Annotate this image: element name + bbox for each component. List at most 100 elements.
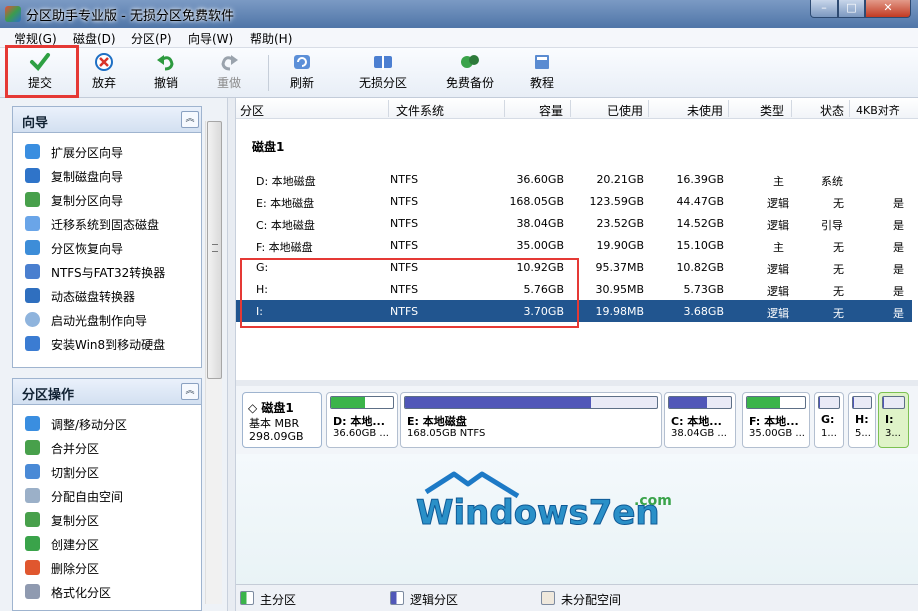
discard-button[interactable]: 放弃 (86, 50, 122, 94)
col-status[interactable]: 状态 (820, 102, 844, 119)
op-label: 调整/移动分区 (51, 418, 128, 432)
usage-bar (818, 396, 840, 409)
menu-partition[interactable]: 分区(P) (131, 30, 172, 47)
minimize-button[interactable]: – (810, 0, 838, 18)
close-button[interactable]: ✕ (865, 0, 911, 18)
cell-fs: NTFS (390, 195, 419, 208)
cell-fs: NTFS (390, 217, 419, 230)
unallocated-swatch (541, 591, 555, 605)
wizard-panel-header: 向导 ︽ (13, 107, 201, 133)
usage-bar (852, 396, 872, 409)
extend-partition-icon (25, 144, 40, 159)
partition-box-name: D: 本地... (333, 415, 385, 428)
usage-fill (669, 397, 708, 408)
free-backup-button[interactable]: 免费备份 (442, 50, 498, 94)
cell-free: 3.68GB (683, 305, 724, 318)
partition-box-size: 1... (821, 428, 837, 439)
collapse-partition-ops-button[interactable]: ︽ (181, 383, 199, 400)
cell-align: 是 (893, 197, 904, 210)
partition-box-size: 168.05GB NTFS (407, 428, 486, 439)
lossless-partition-button[interactable]: 无损分区 (355, 50, 411, 94)
partition-box-size: 38.04GB ... (671, 428, 727, 439)
partition-box[interactable]: E: 本地磁盘 168.05GB NTFS (400, 392, 662, 448)
partition-box[interactable]: H: 5... (848, 392, 876, 448)
cell-fs: NTFS (390, 239, 419, 252)
legend-primary-label: 主分区 (260, 593, 297, 607)
cell-name: E: 本地磁盘 (256, 197, 315, 210)
sidebar-scrollbar[interactable] (205, 121, 222, 604)
partition-box[interactable]: D: 本地... 36.60GB ... (326, 392, 398, 448)
toolbar: 提交 放弃 撤销 重做 刷新 无损分区 免费备份 教程 (0, 48, 918, 98)
cell-used: 20.21GB (596, 173, 644, 186)
logo-text: Windows7en (416, 493, 660, 533)
legend-bar: 主分区 逻辑分区 未分配空间 (236, 584, 918, 611)
partition-box[interactable]: C: 本地... 38.04GB ... (664, 392, 736, 448)
op-label: 切割分区 (51, 466, 100, 480)
wizard-item-label: 安装Win8到移动硬盘 (51, 338, 166, 352)
op-label: 格式化分区 (51, 586, 112, 600)
cell-status: 无 (833, 263, 844, 276)
cell-status: 引导 (821, 219, 843, 232)
partition-box-name: H: (855, 413, 869, 426)
cell-fs: NTFS (390, 173, 419, 186)
copy-partition-icon (25, 192, 40, 207)
merge-icon (25, 440, 40, 455)
undo-label: 撤销 (153, 76, 178, 90)
menu-help[interactable]: 帮助(H) (250, 30, 292, 47)
cell-align: 是 (893, 285, 904, 298)
menu-disk[interactable]: 磁盘(D) (73, 30, 116, 47)
wizard-item-label: 分区恢复向导 (51, 242, 124, 256)
col-capacity[interactable]: 容量 (539, 102, 563, 119)
sidebar-scroll-thumb[interactable] (207, 121, 222, 379)
toolbar-separator (268, 55, 269, 91)
app-icon (5, 6, 21, 22)
usage-bar (404, 396, 658, 409)
discard-label: 放弃 (91, 76, 116, 90)
partition-box[interactable]: G: 1... (814, 392, 844, 448)
menu-wizard[interactable]: 向导(W) (188, 30, 233, 47)
col-type[interactable]: 类型 (760, 102, 784, 119)
annotation-highlight-box (240, 258, 579, 328)
cell-free: 16.39GB (676, 173, 724, 186)
col-used[interactable]: 已使用 (607, 102, 643, 119)
table-row[interactable]: E: 本地磁盘 NTFS 168.05GB 123.59GB 44.47GB 逻… (236, 190, 912, 212)
col-separator (388, 100, 389, 117)
disk-size: 298.09GB (249, 430, 304, 443)
col-free[interactable]: 未使用 (687, 102, 723, 119)
pane-divider[interactable] (227, 98, 236, 611)
boot-cd-icon (25, 312, 40, 327)
redo-button[interactable]: 重做 (211, 50, 247, 94)
table-row[interactable]: D: 本地磁盘 NTFS 36.60GB 20.21GB 16.39GB 主 系… (236, 168, 912, 190)
cell-align: 是 (893, 307, 904, 320)
logo-area: Windows7en .com (236, 454, 918, 584)
cell-type: 主 (773, 241, 784, 254)
partition-box[interactable]: I: 3... (878, 392, 909, 448)
copy-icon (25, 512, 40, 527)
discard-icon (95, 53, 113, 71)
cell-free: 14.52GB (676, 217, 724, 230)
free-backup-label: 免费备份 (445, 76, 494, 90)
disk-name: ◇ 磁盘1 (248, 401, 294, 415)
col-4k-align[interactable]: 4KB对齐 (856, 102, 900, 118)
usage-fill (331, 397, 366, 408)
partition-box[interactable]: F: 本地... 35.00GB ... (742, 392, 810, 448)
partition-box-size: 5... (855, 428, 871, 439)
col-filesystem[interactable]: 文件系统 (396, 102, 444, 119)
col-separator (648, 100, 649, 117)
allocate-icon (25, 488, 40, 503)
partition-recovery-icon (25, 240, 40, 255)
maximize-button[interactable]: □ (838, 0, 865, 18)
table-row[interactable]: F: 本地磁盘 NTFS 35.00GB 19.90GB 15.10GB 主 无… (236, 234, 912, 256)
collapse-wizard-button[interactable]: ︽ (181, 111, 199, 128)
cell-used: 19.98MB (595, 305, 644, 318)
disk-info-box[interactable]: ◇ 磁盘1 基本 MBR 298.09GB (242, 392, 322, 448)
tutorial-button[interactable]: 教程 (524, 50, 560, 94)
cell-used: 123.59GB (589, 195, 644, 208)
op-label: 合并分区 (51, 442, 100, 456)
wizard-item-label: 复制分区向导 (51, 194, 124, 208)
table-row[interactable]: C: 本地磁盘 NTFS 38.04GB 23.52GB 14.52GB 逻辑 … (236, 212, 912, 234)
col-partition[interactable]: 分区 (240, 102, 264, 119)
disk-group-title: 磁盘1 (252, 140, 285, 154)
undo-button[interactable]: 撤销 (148, 50, 184, 94)
refresh-button[interactable]: 刷新 (284, 50, 320, 94)
